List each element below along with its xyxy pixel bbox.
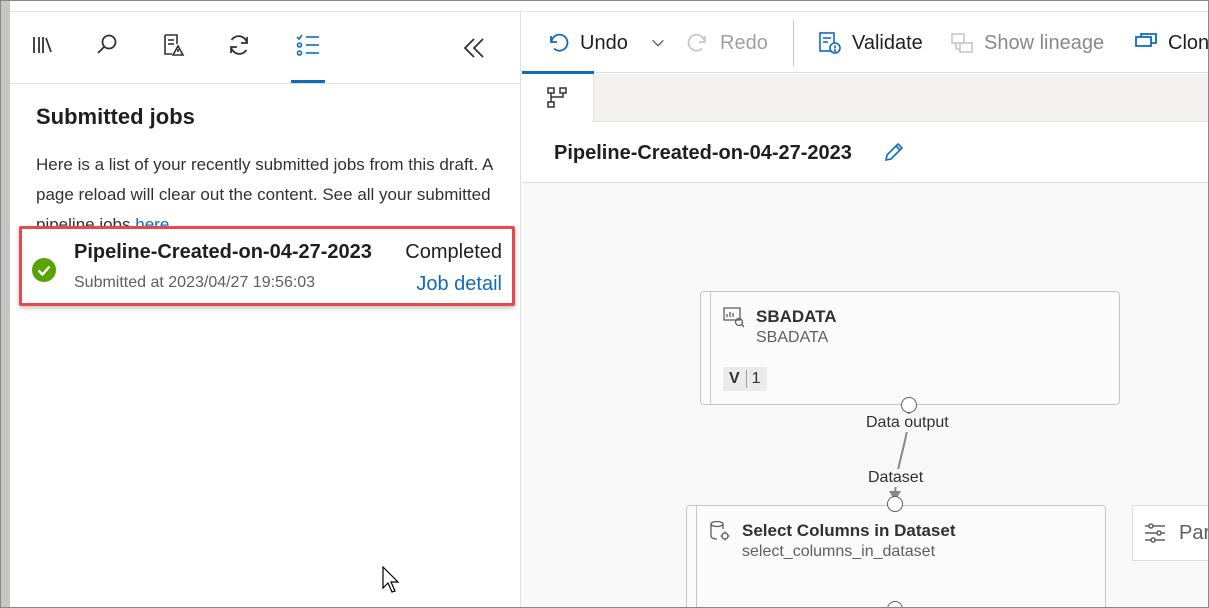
validate-button[interactable]: Validate	[818, 12, 923, 74]
node-title: SBADATA	[756, 307, 837, 326]
app-frame: Submitted jobs Here is a list of your re…	[0, 0, 1209, 608]
version-badge: V1	[723, 367, 767, 391]
redo-label: Redo	[720, 31, 768, 54]
chevron-down-icon	[652, 39, 664, 47]
version-number: 1	[751, 370, 761, 387]
submitted-jobs-icon[interactable]	[291, 28, 325, 83]
node-subtitle: select_columns_in_dataset	[742, 543, 936, 560]
clone-icon	[1135, 33, 1157, 47]
job-detail-link[interactable]: Job detail	[416, 273, 502, 296]
job-name: Pipeline-Created-on-04-27-2023	[74, 241, 372, 263]
pipeline-graph-icon	[546, 87, 567, 108]
output-port[interactable]	[901, 397, 917, 413]
undo-icon	[550, 33, 569, 52]
pipeline-canvas[interactable]: SBADATA SBADATA V1 Data output Dataset S…	[522, 183, 1208, 607]
lineage-icon	[951, 33, 973, 53]
module-icon	[710, 520, 730, 541]
collapse-panel-button[interactable]	[456, 30, 492, 66]
node-subtitle: SBADATA	[756, 329, 829, 346]
validate-icon	[819, 32, 841, 54]
canvas-tabstrip	[522, 74, 1208, 122]
validate-label: Validate	[852, 31, 923, 54]
version-label: V	[729, 370, 747, 388]
node-title: Select Columns in Dataset	[742, 521, 956, 540]
job-status: Completed	[405, 241, 502, 263]
show-lineage-label: Show lineage	[984, 31, 1105, 54]
undo-button[interactable]: Undo	[546, 12, 628, 74]
edit-pencil-icon[interactable]	[882, 140, 906, 164]
double-chevron-left-icon	[463, 38, 484, 58]
window-edge	[1, 1, 10, 607]
completed-check-icon	[32, 258, 56, 282]
pipeline-title-bar: Pipeline-Created-on-04-27-2023	[522, 122, 1208, 183]
mouse-pointer-icon	[382, 566, 400, 593]
show-lineage-button[interactable]: Show lineage	[950, 12, 1104, 74]
output-port-label: Data output	[866, 414, 949, 432]
checklist-warning-icon[interactable]	[156, 28, 190, 62]
job-row[interactable]: Pipeline-Created-on-04-27-2023 Submitted…	[19, 226, 515, 306]
tab-pipeline-graph[interactable]	[522, 74, 594, 122]
node-select-columns[interactable]: Select Columns in Dataset select_columns…	[686, 505, 1106, 607]
input-port-label: Dataset	[868, 469, 924, 487]
redo-button[interactable]: Redo	[686, 12, 768, 74]
toolbar-separator	[793, 20, 794, 66]
input-port[interactable]	[887, 496, 903, 512]
dataset-icon	[723, 307, 745, 328]
parameters-panel-tab[interactable]: Para	[1132, 505, 1208, 561]
clone-button[interactable]: Clone	[1134, 12, 1209, 74]
description-text: Here is a list of your recently submitte…	[36, 155, 493, 234]
pipeline-title: Pipeline-Created-on-04-27-2023	[554, 142, 852, 164]
redo-icon	[687, 33, 706, 52]
refresh-icon[interactable]	[222, 28, 256, 62]
library-icon[interactable]	[25, 28, 59, 62]
designer-toolbar: Undo Redo Validate Show lineage Clone	[522, 11, 1209, 74]
clone-label: Clone	[1168, 31, 1209, 54]
panel-icon-bar	[10, 12, 521, 84]
submitted-jobs-panel: Submitted jobs Here is a list of your re…	[10, 11, 521, 607]
parameters-label: Para	[1179, 522, 1208, 544]
undo-dropdown-button[interactable]	[650, 12, 676, 74]
sliders-icon	[1145, 523, 1165, 543]
node-sbadata[interactable]: SBADATA SBADATA V1	[700, 291, 1120, 405]
search-icon[interactable]	[90, 28, 124, 62]
undo-label: Undo	[580, 31, 628, 54]
job-submitted-time: Submitted at 2023/04/27 19:56:03	[74, 274, 316, 291]
panel-title: Submitted jobs	[36, 104, 195, 129]
